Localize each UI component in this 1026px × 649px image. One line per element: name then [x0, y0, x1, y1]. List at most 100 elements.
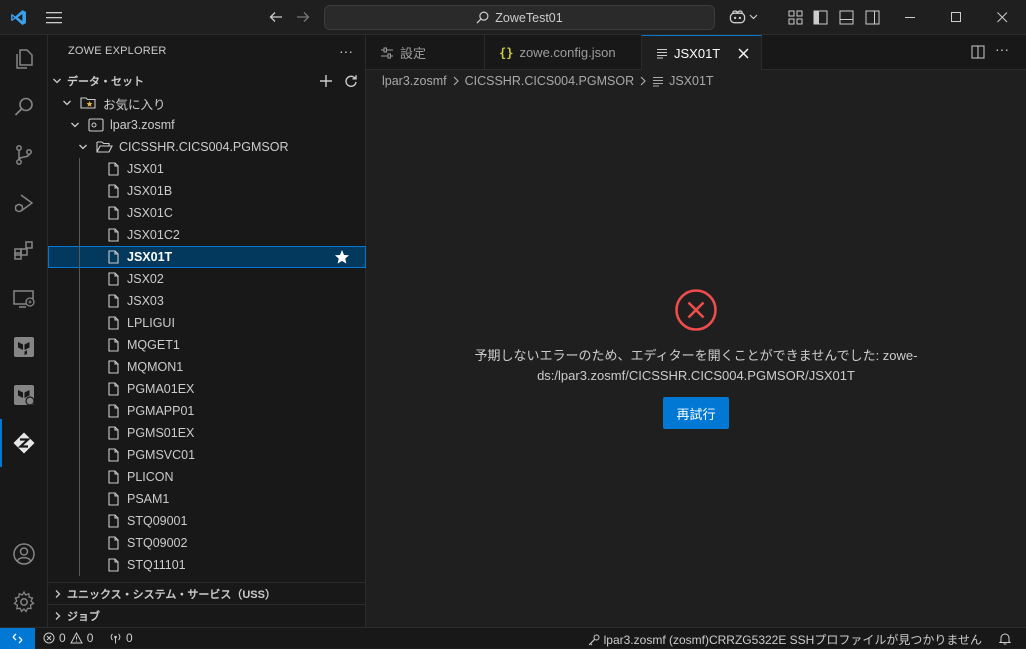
ssh-profile-status[interactable]: lpar3.zosmf (zosmf)CRRZG5322E SSHプロファイルが… — [588, 631, 982, 648]
breadcrumb: lpar3.zosmf CICSSHR.CICS004.PGMSOR JSX01… — [366, 70, 1026, 92]
minimize-button[interactable] — [887, 0, 933, 35]
member-label: PGMSVC01 — [127, 448, 196, 462]
uss-section-label: ユニックス・システム・サービス（USS） — [67, 588, 276, 601]
settings-sliders-icon — [380, 47, 394, 59]
add-icon[interactable] — [319, 74, 333, 88]
favorite-star-icon[interactable] — [334, 249, 350, 265]
editor-more-actions-icon[interactable]: ··· — [995, 41, 1009, 57]
favorites-node[interactable]: お気に入り — [48, 92, 366, 114]
open-folder-icon — [96, 140, 113, 154]
member-item[interactable]: MQMON1 — [48, 356, 366, 378]
member-item[interactable]: JSX01B — [48, 180, 366, 202]
member-label: MQGET1 — [127, 338, 180, 352]
jobs-section-header[interactable]: ジョブ — [48, 604, 366, 626]
tree-indent-guide — [79, 202, 80, 224]
remote-explorer-icon[interactable] — [0, 275, 48, 323]
file-icon — [108, 250, 119, 264]
tree-indent-guide — [79, 510, 80, 532]
search-activity-icon[interactable] — [0, 83, 48, 131]
broadcast-icon — [109, 632, 122, 644]
customize-layout-icon[interactable] — [788, 10, 803, 25]
member-item[interactable]: PSAM1 — [48, 488, 366, 510]
member-label: PGMAPP01 — [127, 404, 195, 418]
ports-indicator[interactable]: 0 — [109, 631, 133, 645]
split-editor-icon[interactable] — [971, 45, 985, 59]
tab-jsx01t[interactable]: JSX01T — [642, 35, 762, 70]
member-item[interactable]: STQ09002 — [48, 532, 366, 554]
tab-settings[interactable]: 設定 — [366, 35, 485, 70]
toggle-panel-icon[interactable] — [839, 10, 854, 25]
source-control-icon[interactable] — [0, 131, 48, 179]
notifications-bell-icon[interactable] — [999, 632, 1011, 645]
member-item[interactable]: JSX02 — [48, 268, 366, 290]
command-center-search[interactable]: ZoweTest01 — [324, 5, 715, 30]
member-item[interactable]: PGMAPP01 — [48, 400, 366, 422]
back-arrow-icon[interactable] — [269, 10, 283, 24]
tab-zowe-config[interactable]: {} zowe.config.json — [485, 35, 642, 70]
member-label: LPLIGUI — [127, 316, 175, 330]
tree-indent-guide — [79, 532, 80, 554]
member-item[interactable]: JSX01T — [48, 246, 366, 268]
tree-indent-guide — [79, 554, 80, 576]
editor-area: 予期しないエラーのため、エディターを開くことができませんでした: zowe- d… — [366, 92, 1026, 627]
refresh-icon[interactable] — [344, 74, 358, 88]
member-item[interactable]: PLICON — [48, 466, 366, 488]
member-item[interactable]: PGMA01EX — [48, 378, 366, 400]
retry-button[interactable]: 再試行 — [663, 397, 729, 429]
breadcrumb-member[interactable]: JSX01T — [669, 74, 713, 88]
member-item[interactable]: JSX01 — [48, 158, 366, 180]
terraform-icon[interactable] — [0, 323, 48, 371]
member-item[interactable]: STQ11101 — [48, 554, 366, 576]
menu-hamburger-icon[interactable] — [46, 11, 62, 24]
member-item[interactable]: PGMSVC01 — [48, 444, 366, 466]
manage-gear-icon[interactable] — [0, 578, 48, 626]
member-item[interactable]: PGMS01EX — [48, 422, 366, 444]
toggle-primary-sidebar-icon[interactable] — [813, 10, 828, 25]
file-icon — [108, 382, 119, 396]
datasets-section-header[interactable]: データ・セット — [48, 70, 366, 92]
member-label: MQMON1 — [127, 360, 184, 374]
member-label: JSX01 — [127, 162, 164, 176]
member-label: JSX01B — [127, 184, 173, 198]
member-item[interactable]: JSX03 — [48, 290, 366, 312]
ports-count: 0 — [126, 631, 133, 645]
jobs-section-label: ジョブ — [67, 610, 100, 623]
error-count: 0 — [59, 631, 66, 645]
close-tab-icon[interactable] — [738, 48, 749, 59]
maximize-button[interactable] — [933, 0, 979, 35]
toggle-secondary-sidebar-icon[interactable] — [865, 10, 880, 25]
forward-arrow-icon[interactable] — [296, 10, 310, 24]
member-item[interactable]: JSX01C — [48, 202, 366, 224]
file-icon — [108, 272, 119, 286]
file-icon — [108, 316, 119, 330]
file-lines-icon — [652, 76, 664, 87]
copilot-icon[interactable] — [729, 9, 758, 25]
member-label: JSX03 — [127, 294, 164, 308]
member-item[interactable]: MQGET1 — [48, 334, 366, 356]
accounts-icon[interactable] — [0, 530, 48, 578]
explorer-files-icon[interactable] — [0, 35, 48, 83]
ssh-profile-message: lpar3.zosmf (zosmf)CRRZG5322E SSHプロファイルが… — [603, 633, 982, 647]
tree-indent-guide — [79, 158, 80, 180]
dataset-node[interactable]: CICSSHR.CICS004.PGMSOR — [48, 136, 366, 158]
breadcrumb-dataset[interactable]: CICSSHR.CICS004.PGMSOR — [465, 74, 634, 88]
problems-indicator[interactable]: 0 0 — [43, 631, 93, 645]
search-icon — [476, 11, 489, 24]
remote-indicator-button[interactable] — [0, 628, 35, 649]
more-actions-icon[interactable]: ··· — [339, 43, 353, 59]
file-icon — [108, 360, 119, 374]
error-message-line2: ds:/lpar3.zosmf/CICSSHR.CICS004.PGMSOR/J… — [537, 368, 855, 383]
member-item[interactable]: STQ09001 — [48, 510, 366, 532]
close-window-button[interactable] — [979, 0, 1025, 35]
uss-section-header[interactable]: ユニックス・システム・サービス（USS） — [48, 582, 366, 604]
editor-tab-bar: 設定 {} zowe.config.json JSX01T ··· — [366, 35, 1026, 70]
terraform-cloud-icon[interactable] — [0, 371, 48, 419]
member-item[interactable]: JSX01C2 — [48, 224, 366, 246]
breadcrumb-profile[interactable]: lpar3.zosmf — [382, 74, 447, 88]
file-icon — [108, 558, 119, 572]
run-debug-icon[interactable] — [0, 179, 48, 227]
extensions-icon[interactable] — [0, 227, 48, 275]
zowe-explorer-icon[interactable] — [0, 419, 48, 467]
profile-node[interactable]: lpar3.zosmf — [48, 114, 366, 136]
member-item[interactable]: LPLIGUI — [48, 312, 366, 334]
